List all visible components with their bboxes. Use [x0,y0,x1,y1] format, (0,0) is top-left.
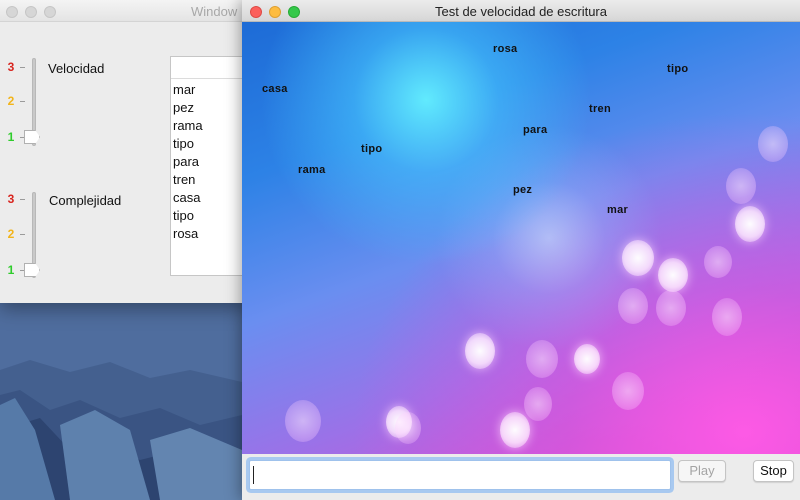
velocidad-level-1: 1 [7,130,15,144]
minimize-button[interactable] [25,6,37,18]
falling-word: tren [589,103,611,115]
list-item[interactable]: tren [173,171,249,189]
stop-button[interactable]: Stop [753,460,794,482]
mountain-landscape [0,300,242,500]
falling-word: rosa [493,43,518,55]
tick [20,67,25,68]
falling-word: mar [607,204,629,216]
bokeh-light [612,372,644,410]
list-item[interactable]: mar [173,81,249,99]
list-item[interactable]: tipo [173,135,249,153]
bokeh-light [285,400,321,442]
typing-input[interactable] [249,460,671,490]
list-item[interactable]: rama [173,117,249,135]
falling-word: pez [513,184,533,196]
falling-word: casa [262,83,288,95]
list-item[interactable]: rosa [173,225,249,243]
close-button[interactable] [250,6,262,18]
list-item[interactable]: tipo [173,207,249,225]
tick [20,199,25,200]
velocidad-level-3: 3 [7,60,15,74]
bokeh-light [758,126,788,162]
bokeh-light [658,258,688,292]
word-list[interactable]: mar pez rama tipo para tren casa tipo ro… [170,56,250,276]
falling-word: tipo [667,63,689,75]
bokeh-light [465,333,495,369]
window-title: Test de velocidad de escritura [435,4,607,19]
falling-word: para [523,124,548,136]
word-list-header [171,57,249,79]
tick [20,234,25,235]
maximize-button[interactable] [288,6,300,18]
bokeh-light [704,246,732,278]
complejidad-slider-knob[interactable] [24,263,40,277]
bokeh-light [395,412,421,444]
tick [20,101,25,102]
velocidad-slider-knob[interactable] [24,130,40,144]
bokeh-light [574,344,600,374]
list-item[interactable]: pez [173,99,249,117]
list-item[interactable]: casa [173,189,249,207]
close-button[interactable] [6,6,18,18]
bokeh-light [500,412,530,448]
complejidad-level-2: 2 [7,227,15,241]
text-caret [253,466,254,484]
game-canvas: rosa tipo casa tren para tipo rama pez m… [242,22,800,454]
bokeh-light [712,298,742,336]
bokeh-light [618,288,648,324]
bokeh-light [735,206,765,242]
window-title: Window [191,4,238,19]
bokeh-light [656,290,686,326]
titlebar: Test de velocidad de escritura [242,0,800,22]
typing-test-window: Test de velocidad de escritura rosa tipo… [242,0,800,500]
settings-window: Window 3 2 1 Velocidad 3 2 1 Complejidad… [0,0,250,303]
play-button[interactable]: Play [678,460,726,482]
complejidad-label: Complejidad [49,193,122,208]
bokeh-light [622,240,654,276]
list-item[interactable]: para [173,153,249,171]
falling-word: tipo [361,143,383,155]
complejidad-level-3: 3 [7,192,15,206]
bokeh-light [526,340,558,378]
maximize-button[interactable] [44,6,56,18]
complejidad-level-1: 1 [7,263,15,277]
titlebar: Window [0,0,250,22]
velocidad-level-2: 2 [7,94,15,108]
velocidad-label: Velocidad [48,61,105,76]
bokeh-light [524,387,552,421]
falling-word: rama [298,164,326,176]
bokeh-light [726,168,756,204]
minimize-button[interactable] [269,6,281,18]
